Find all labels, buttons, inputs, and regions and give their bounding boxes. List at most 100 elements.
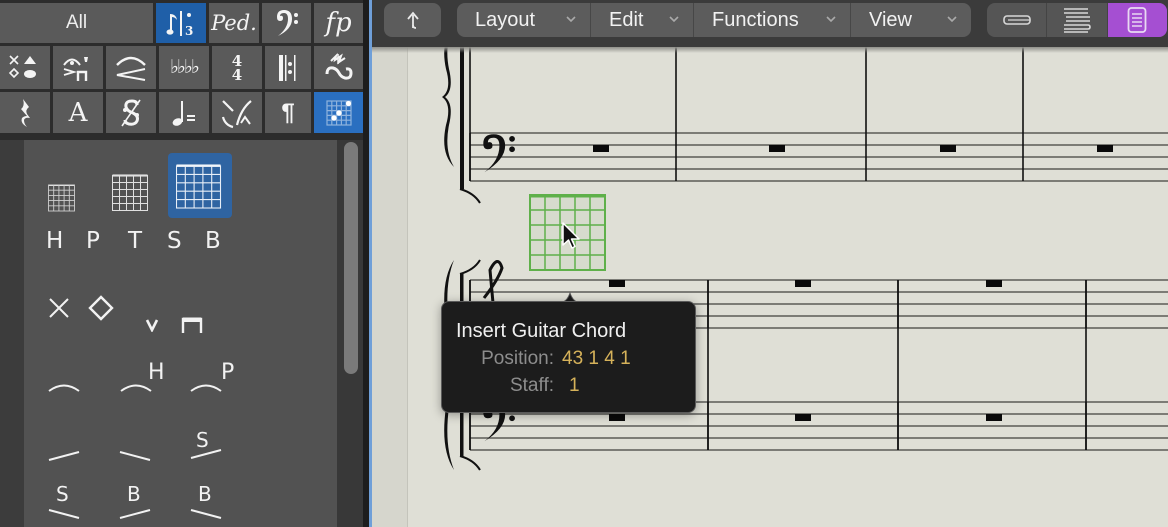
chevron-down-icon	[947, 16, 957, 23]
whole-rest	[986, 280, 1002, 287]
bracket-hook-bottom	[459, 455, 481, 471]
time-signature-icon: 4 4	[231, 53, 243, 84]
insert-guitar-chord-tooltip: Insert Guitar Chord Position: 43 1 4 1 S…	[441, 301, 696, 413]
chevron-down-icon	[566, 16, 576, 23]
palette-chord-grids-button[interactable]	[314, 92, 363, 133]
x-notehead-icon[interactable]	[48, 297, 70, 319]
hammer-on-letter[interactable]: H	[46, 228, 63, 254]
pull-off-slur-icon[interactable]: P	[188, 360, 248, 394]
view-mode-segmented-control	[987, 3, 1167, 37]
functions-menu-label: Functions	[712, 8, 799, 31]
chord-grid-small[interactable]	[48, 184, 76, 212]
slide-down-icon[interactable]	[117, 448, 153, 464]
part-box-palette: All 3 Ped. fp ♭♭♭♭ 4 4 A ¶ H P T S B H P…	[0, 0, 363, 527]
score-editor-window: All 3 Ped. fp ♭♭♭♭ 4 4 A ¶ H P T S B H P…	[0, 0, 1168, 527]
slide-up-s-line	[190, 449, 222, 459]
palette-slurs-button[interactable]	[106, 46, 156, 89]
hammer-on-slur-icon[interactable]: H	[118, 360, 178, 394]
up-arrow-icon	[406, 11, 419, 29]
bend-down-b-line	[190, 509, 222, 519]
functions-menu-button[interactable]: Functions	[693, 3, 850, 37]
pull-slur-label: P	[221, 360, 235, 385]
rest-icon	[21, 98, 30, 127]
note-heads-icon	[8, 54, 36, 78]
bracket-hook-bottom	[459, 188, 481, 204]
slur-icon[interactable]	[46, 378, 86, 394]
tuplet-icon: 3	[166, 11, 193, 38]
diamond-notehead-icon[interactable]	[87, 294, 115, 322]
palette-dynamics-button[interactable]: fp	[314, 3, 363, 43]
palette-noteheads-button[interactable]	[0, 46, 50, 89]
tooltip-position-value: 43 1 4 1	[562, 348, 631, 369]
bass-clef-icon	[276, 10, 298, 36]
wrapped-view-button[interactable]	[1046, 3, 1106, 37]
edit-menu-button[interactable]: Edit	[590, 3, 693, 37]
tap-letter[interactable]: T	[128, 228, 142, 254]
layout-menu-button[interactable]: Layout	[457, 3, 590, 37]
chevron-down-icon	[669, 16, 679, 23]
pull-off-letter[interactable]: P	[86, 228, 100, 254]
palette-tuplets-button[interactable]: 3	[156, 3, 206, 43]
downbow-icon[interactable]	[180, 316, 204, 334]
whole-rest	[795, 280, 811, 287]
upbow-icon[interactable]	[145, 318, 159, 332]
bend-letter[interactable]: B	[205, 228, 221, 254]
page-view-button[interactable]	[1106, 3, 1167, 37]
palette-text-button[interactable]: A	[53, 92, 103, 133]
palette-tempo-button[interactable]	[159, 92, 209, 133]
system1-bracket	[460, 47, 464, 189]
lines-icon	[221, 99, 252, 128]
palette-timesig-button[interactable]: 4 4	[212, 46, 262, 89]
linear-view-button[interactable]	[987, 3, 1046, 37]
palette-all-button[interactable]: All	[0, 3, 153, 43]
tooltip-staff-value: 1	[569, 375, 580, 396]
tempo-icon	[172, 100, 195, 126]
whole-rest	[609, 280, 625, 287]
score-notation	[442, 47, 1168, 471]
whole-rest	[1097, 145, 1113, 152]
palette-segno-button[interactable]	[106, 92, 156, 133]
palette-keysig-button[interactable]: ♭♭♭♭	[159, 46, 209, 89]
system-brace	[442, 47, 454, 167]
score-page[interactable]	[372, 47, 1168, 527]
slide-down-s-line	[48, 509, 80, 519]
slide-up-s-icon[interactable]: S	[188, 428, 228, 468]
bend-up-b-icon[interactable]: B	[117, 482, 157, 522]
go-up-button[interactable]	[384, 3, 441, 37]
slide-down-s-icon[interactable]: S	[46, 482, 86, 522]
chord-grid-small-icon	[48, 184, 75, 212]
palette-articulations-button[interactable]	[53, 46, 103, 89]
view-menu-label: View	[869, 8, 912, 31]
mouse-pointer-icon	[562, 222, 580, 249]
layout-menu-label: Layout	[475, 8, 536, 31]
menu-button-group: Layout Edit Functions View	[457, 3, 971, 37]
svg-text:3: 3	[185, 24, 193, 38]
palette-lines-button[interactable]	[212, 92, 262, 133]
text-icon: A	[68, 97, 88, 128]
chord-grid-large[interactable]	[176, 164, 222, 210]
slide-up-icon[interactable]	[46, 448, 82, 464]
time-sig-bottom: 4	[231, 65, 243, 84]
palette-paragraph-button[interactable]: ¶	[265, 92, 311, 133]
slide-letter[interactable]: S	[167, 228, 182, 254]
palette-clefs-button[interactable]	[262, 3, 311, 43]
bass-clef-dot	[509, 415, 515, 422]
tooltip-position-label: Position:	[481, 348, 554, 369]
bass-clef-dot	[509, 146, 515, 153]
chord-grid-medium[interactable]	[112, 174, 149, 212]
page-view-icon	[1127, 7, 1147, 33]
bend-down-b-icon[interactable]: B	[188, 482, 228, 522]
chord-grid-large-icon	[176, 164, 222, 209]
pedal-icon: Ped.	[211, 10, 257, 35]
palette-left-gutter	[0, 140, 24, 527]
palette-scrollbar-thumb[interactable]	[344, 142, 358, 374]
palette-rests-button[interactable]	[0, 92, 50, 133]
palette-repeats-button[interactable]	[265, 46, 311, 89]
palette-ornaments-button[interactable]	[314, 46, 363, 89]
wrapped-view-icon	[1063, 8, 1091, 33]
articulations-icon	[63, 56, 88, 81]
linear-view-icon	[1002, 15, 1031, 25]
palette-pedal-button[interactable]: Ped.	[209, 3, 259, 43]
view-menu-button[interactable]: View	[850, 3, 971, 37]
whole-rest	[940, 145, 956, 152]
